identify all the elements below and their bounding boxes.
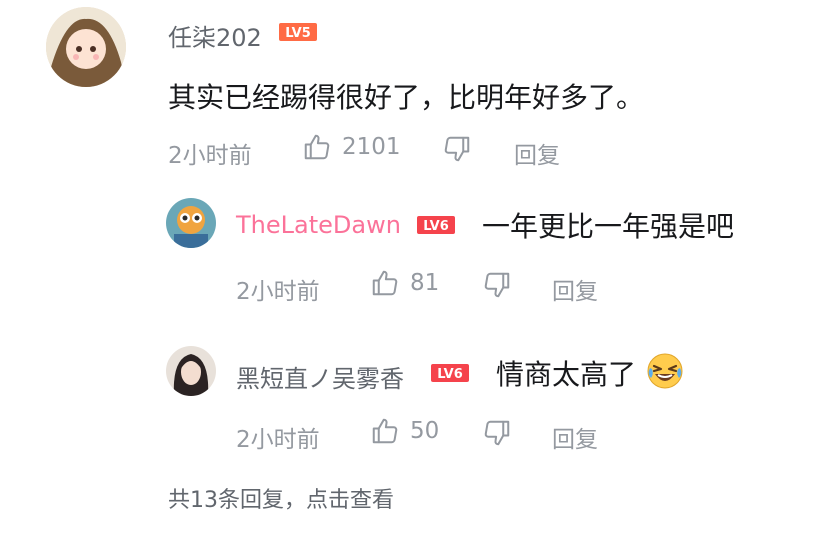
reply-username[interactable]: TheLateDawn	[236, 211, 401, 239]
comment-username[interactable]: 任柒202	[168, 18, 262, 53]
dislike-icon	[442, 134, 472, 168]
comment-text: 其实已经踢得很好了，比明年好多了。	[168, 81, 645, 114]
like-icon	[370, 416, 400, 446]
reply-time: 2小时前	[236, 427, 320, 453]
reply-button[interactable]: 回复	[552, 272, 598, 306]
dislike-icon	[482, 270, 512, 304]
laughing-crying-emoji	[646, 352, 684, 394]
avatar-reply-1[interactable]	[166, 198, 216, 248]
reply-button[interactable]: 回复	[514, 136, 560, 170]
avatar-reply-2[interactable]	[166, 346, 216, 396]
reply-button[interactable]: 回复	[552, 420, 598, 454]
dislike-icon	[482, 418, 512, 452]
reply-text: 一年更比一年强是吧	[482, 210, 735, 243]
reply-username[interactable]: 黑短直ノ吴雾香	[236, 359, 404, 394]
level-badge-text: LV6	[437, 367, 463, 382]
level-badge-text: LV6	[423, 219, 449, 234]
reply-time: 2小时前	[236, 279, 320, 305]
level-badge: LV6	[430, 363, 470, 387]
dislike-button[interactable]	[482, 418, 512, 452]
view-more-replies-link[interactable]: 共13条回复，点击查看	[168, 482, 394, 514]
level-badge: LV6	[416, 215, 456, 239]
like-button[interactable]: 50	[370, 416, 439, 446]
avatar-user-1[interactable]	[46, 7, 126, 87]
like-button[interactable]: 2101	[302, 132, 401, 162]
like-count: 2101	[342, 134, 401, 160]
dislike-button[interactable]	[482, 270, 512, 304]
like-count: 50	[410, 418, 440, 444]
like-icon	[370, 268, 400, 298]
level-badge: LV5	[278, 22, 318, 46]
like-count: 81	[410, 270, 440, 296]
reply-text: 情商太高了	[496, 358, 637, 391]
like-button[interactable]: 81	[370, 268, 439, 298]
dislike-button[interactable]	[442, 134, 472, 168]
comment-time: 2小时前	[168, 143, 252, 169]
like-icon	[302, 132, 332, 162]
level-badge-text: LV5	[285, 26, 311, 41]
